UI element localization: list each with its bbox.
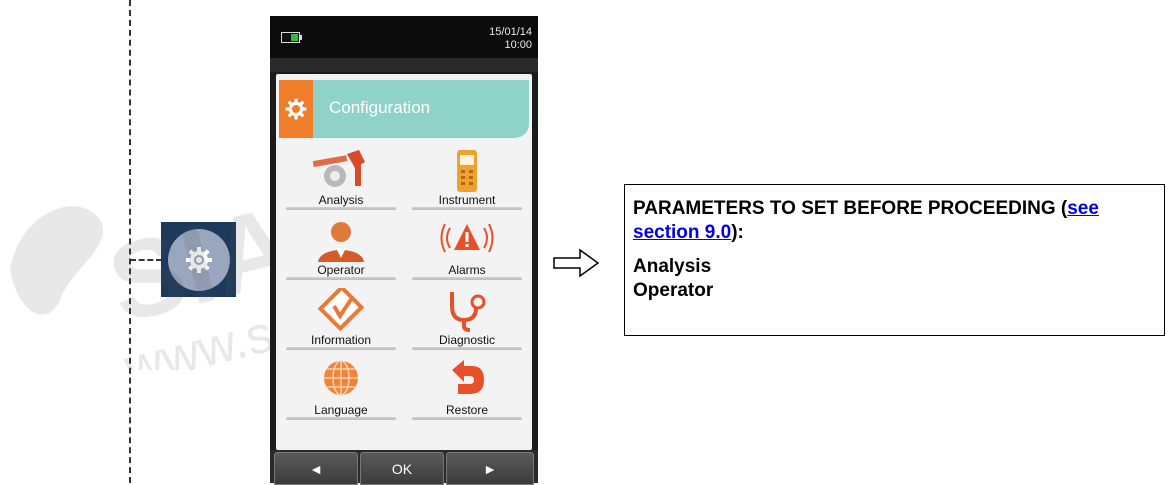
ok-button[interactable]: OK — [360, 452, 444, 485]
stethoscope-icon — [450, 292, 486, 332]
dashed-vertical-line — [129, 0, 131, 483]
status-time: 10:00 — [504, 39, 532, 51]
menu-item-analysis[interactable]: Analysis — [282, 144, 400, 210]
parameters-heading: PARAMETERS TO SET BEFORE PROCEEDING (see… — [633, 197, 1156, 245]
operator-icon — [318, 222, 364, 262]
parameter-item: Analysis — [633, 256, 712, 277]
menu-item-language[interactable]: Language — [282, 354, 400, 420]
parameters-note: PARAMETERS TO SET BEFORE PROCEEDING (see… — [624, 184, 1165, 336]
heading-end: ): — [731, 222, 744, 243]
menu-label: Restore — [445, 403, 489, 417]
analysis-icon — [312, 150, 365, 187]
menu-label: Analysis — [318, 193, 364, 207]
heading-text: PARAMETERS TO SET BEFORE PROCEEDING ( — [633, 198, 1068, 219]
right-arrow-icon — [553, 248, 600, 278]
globe-icon — [324, 360, 358, 396]
menu-label: Diagnostic — [438, 333, 496, 347]
dashed-connector-line — [130, 259, 162, 261]
menu-item-alarms[interactable]: Alarms — [408, 214, 526, 280]
menu-label: Instrument — [438, 193, 496, 207]
alarm-icon — [440, 223, 494, 253]
menu-item-instrument[interactable]: Instrument — [408, 144, 526, 210]
parameter-item: Operator — [633, 280, 714, 301]
analyzer-device: 15/01/14 10:00 Configuration Analysis In… — [270, 16, 538, 485]
battery-icon — [281, 32, 302, 43]
instrument-icon — [457, 150, 477, 192]
configuration-header: Configuration — [279, 80, 529, 138]
menu-item-operator[interactable]: Operator — [282, 214, 400, 280]
gear-icon — [185, 246, 212, 273]
menu-label: Language — [314, 403, 368, 417]
menu-label: Operator — [317, 263, 365, 277]
status-date: 15/01/14 — [489, 26, 532, 38]
gear-key — [167, 228, 230, 291]
softkey-bar: ◄ OK ► — [270, 450, 538, 485]
device-screen: Configuration Analysis Instrument Operat… — [276, 74, 532, 450]
status-bar: 15/01/14 10:00 — [270, 16, 538, 58]
menu-item-restore[interactable]: Restore — [408, 354, 526, 420]
restore-icon — [452, 360, 484, 394]
datetime: 15/01/14 10:00 — [489, 26, 532, 52]
parameters-list: Analysis Operator — [633, 255, 1156, 303]
left-arrow-button[interactable]: ◄ — [274, 452, 358, 485]
menu-label: Alarms — [448, 263, 486, 277]
configuration-key-tile — [161, 222, 236, 297]
configuration-title: Configuration — [329, 98, 431, 117]
right-arrow-button[interactable]: ► — [446, 452, 534, 485]
information-icon — [318, 288, 364, 332]
menu-label: Information — [310, 333, 372, 347]
configuration-gear-icon — [279, 80, 313, 138]
menu-item-information[interactable]: Information — [282, 284, 400, 350]
menu-item-diagnostic[interactable]: Diagnostic — [408, 284, 526, 350]
